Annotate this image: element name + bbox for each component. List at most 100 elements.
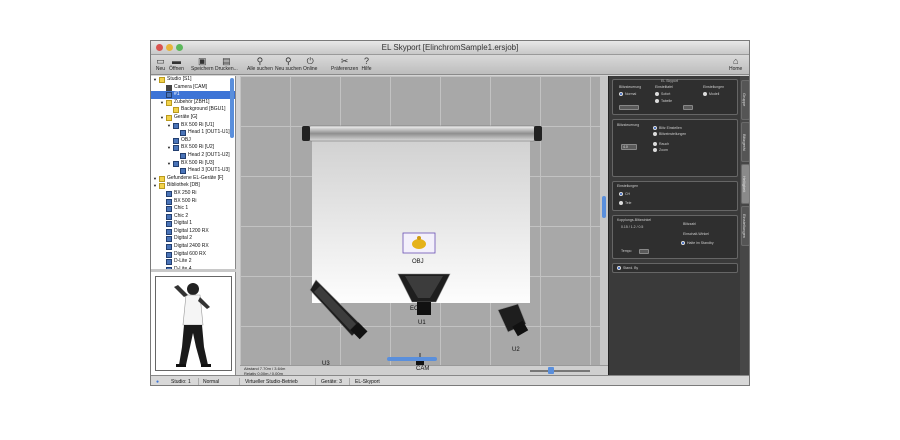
- tree-item[interactable]: Head 2 [OUT1-U2]: [151, 152, 235, 160]
- toolbar-button-3[interactable]: ▤ Drucken...: [215, 56, 238, 72]
- radio-blitzeinstellungen[interactable]: [653, 132, 657, 136]
- toolbar-button-label: Online: [303, 66, 318, 72]
- toolbar-button-6[interactable]: ⏻ Online: [303, 56, 317, 72]
- tempo-field[interactable]: [639, 249, 649, 254]
- radio-sofort[interactable]: [655, 92, 659, 96]
- radio-standby[interactable]: [681, 241, 685, 245]
- tree-item[interactable]: Camera [CAM]: [151, 84, 235, 92]
- radio-blitz-einstellen[interactable]: [653, 126, 657, 130]
- tree-item[interactable]: Digital 2: [151, 235, 235, 243]
- tree-item-label: Zubehör [ZBH1]: [174, 98, 210, 105]
- folder-icon: [173, 107, 179, 114]
- toolbar-button-4[interactable]: ⚲ Alle suchen: [247, 56, 273, 72]
- tree-item[interactable]: Background [BGU1]: [151, 106, 235, 114]
- radio-tabelle[interactable]: [655, 99, 659, 103]
- disclosure-triangle-icon[interactable]: ▼: [160, 115, 164, 120]
- disclosure-triangle-icon[interactable]: ▼: [153, 78, 157, 82]
- tree-item[interactable]: Digital 2400 RX: [151, 243, 235, 251]
- device-icon: [166, 221, 172, 228]
- tree-item[interactable]: BX 250 Ri: [151, 190, 235, 198]
- tree-item[interactable]: Digital 1200 RX: [151, 228, 235, 236]
- tree-item[interactable]: Head 1 [OUT1-U1]: [151, 129, 235, 137]
- radio-tele[interactable]: [619, 201, 623, 205]
- radio-ch[interactable]: [619, 192, 623, 196]
- disclosure-triangle-icon[interactable]: ▼: [167, 123, 171, 128]
- toolbar-button-7[interactable]: ✂ Präferenzen: [331, 56, 358, 72]
- status-separator: [239, 378, 240, 385]
- studio-vertical-scroll[interactable]: [600, 76, 608, 365]
- toolbar: ▭ Neu ▬ Öffnen ▣ Speichern ▤ Drucken... ⚲ Alle su…: [151, 55, 749, 75]
- radio-zoom[interactable]: [653, 148, 657, 152]
- toolbar-button-1[interactable]: ▬ Öffnen: [169, 56, 184, 72]
- disclosure-triangle-icon[interactable]: ▼: [160, 100, 164, 105]
- radio-normal[interactable]: [619, 92, 623, 96]
- label-u2: U2: [512, 347, 520, 353]
- light-u2-reflector[interactable]: [497, 303, 529, 337]
- disclosure-triangle-icon[interactable]: ▼: [153, 184, 157, 188]
- zoom-slider[interactable]: [530, 367, 590, 374]
- tree-item[interactable]: ▼ Studio [S1]: [151, 76, 235, 84]
- toolbar-button-9[interactable]: ⌂ Home: [729, 56, 742, 72]
- status-mode: Normal: [203, 379, 220, 385]
- tree-item[interactable]: BX 500 Ri: [151, 198, 235, 206]
- studio-horizontal-scroll[interactable]: [387, 357, 437, 361]
- flash-section-title: Blitzsteuerung: [617, 123, 640, 127]
- tree-item-label: Bibliothek [DB]: [167, 182, 200, 189]
- tree-item[interactable]: Head 3 [OUT1-U3]: [151, 167, 235, 175]
- toolbar-button-label: Home: [729, 66, 743, 72]
- panel-box-main: EL Skyport Blitzsteuerung Einstelltafel …: [612, 79, 738, 115]
- new-doc-icon: ▭: [156, 56, 165, 66]
- object-marker[interactable]: [402, 232, 436, 254]
- device-icon: [173, 160, 179, 167]
- flash-value-field[interactable]: 4.0: [621, 144, 637, 150]
- panel-value-field-1[interactable]: [619, 105, 639, 110]
- zoom-slider-knob[interactable]: [548, 367, 554, 374]
- tab-einstellungen[interactable]: Einstellungen: [741, 206, 749, 246]
- tree-scrollbar[interactable]: [230, 78, 234, 138]
- toolbar-button-8[interactable]: ? Hilfe: [361, 56, 372, 72]
- tree-item[interactable]: ▼ Gefundene EL-Geräte [F]: [151, 175, 235, 183]
- device-icon: [166, 213, 172, 220]
- tab-helligkeit[interactable]: Helligkeit: [741, 164, 749, 204]
- disclosure-triangle-icon[interactable]: ▼: [153, 176, 157, 181]
- radio-rauch-label: Rauch: [659, 142, 670, 146]
- search-icon: ⚲: [285, 56, 292, 66]
- panel-value-field-2[interactable]: [683, 105, 693, 110]
- tab-gruppe[interactable]: Gruppe: [741, 80, 749, 120]
- disclosure-triangle-icon[interactable]: ▼: [167, 161, 171, 166]
- toolbar-button-2[interactable]: ▣ Speichern: [191, 56, 214, 72]
- tree-item[interactable]: ▼ Bibliothek [DB]: [151, 182, 235, 190]
- tab-blitzgeraet[interactable]: Blitzgerät: [741, 122, 749, 162]
- tree-item[interactable]: #1: [151, 91, 235, 99]
- tree-item-label: Digital 1: [174, 220, 193, 227]
- radio-stand-by[interactable]: [617, 266, 621, 270]
- search-icon: ⚲: [256, 56, 264, 66]
- tree-item-label: Camera [CAM]: [174, 83, 208, 90]
- radio-rauch[interactable]: [653, 142, 657, 146]
- studio-canvas[interactable]: OBJ EC U1 U2 U3 CAM: [240, 76, 600, 365]
- tree-item-label: Digital 600 RX: [174, 250, 206, 257]
- tree-item[interactable]: OBJ: [151, 137, 235, 145]
- tree-item[interactable]: Digital 600 RX: [151, 251, 235, 259]
- tree-item[interactable]: D-Lite 2: [151, 258, 235, 266]
- tree-item[interactable]: Chic 1: [151, 205, 235, 213]
- vertical-scroll-knob[interactable]: [602, 196, 606, 218]
- toolbar-button-5[interactable]: ⚲ Neu suchen: [275, 56, 302, 72]
- tree-item-label: Head 2 [OUT1-U2]: [188, 151, 230, 158]
- radio-modell[interactable]: [703, 92, 707, 96]
- coupling-label-3: Tempo: [621, 249, 632, 253]
- label-obj: OBJ: [412, 259, 424, 265]
- tree-item[interactable]: ▼ BX 500 Ri [U1]: [151, 122, 235, 130]
- tree-item[interactable]: ▼ Zubehör [ZBH1]: [151, 99, 235, 107]
- tree-item[interactable]: ▼ Geräte [G]: [151, 114, 235, 122]
- tree-item[interactable]: ▼ BX 500 Ri [U3]: [151, 160, 235, 168]
- tree-item[interactable]: Digital 1: [151, 220, 235, 228]
- tree-item[interactable]: ▼ BX 500 Ri [U2]: [151, 144, 235, 152]
- device-icon: [166, 92, 172, 99]
- status-session: Virtueller Studio-Betrieb: [245, 379, 298, 385]
- toolbar-button-0[interactable]: ▭ Neu: [155, 56, 166, 72]
- radio-blitz-einstellen-label: Blitz Einstellen: [659, 126, 682, 130]
- disclosure-triangle-icon[interactable]: ▼: [167, 146, 171, 150]
- tree-item[interactable]: Chic 2: [151, 213, 235, 221]
- tree-item-label: BX 500 Ri [U2]: [181, 144, 215, 151]
